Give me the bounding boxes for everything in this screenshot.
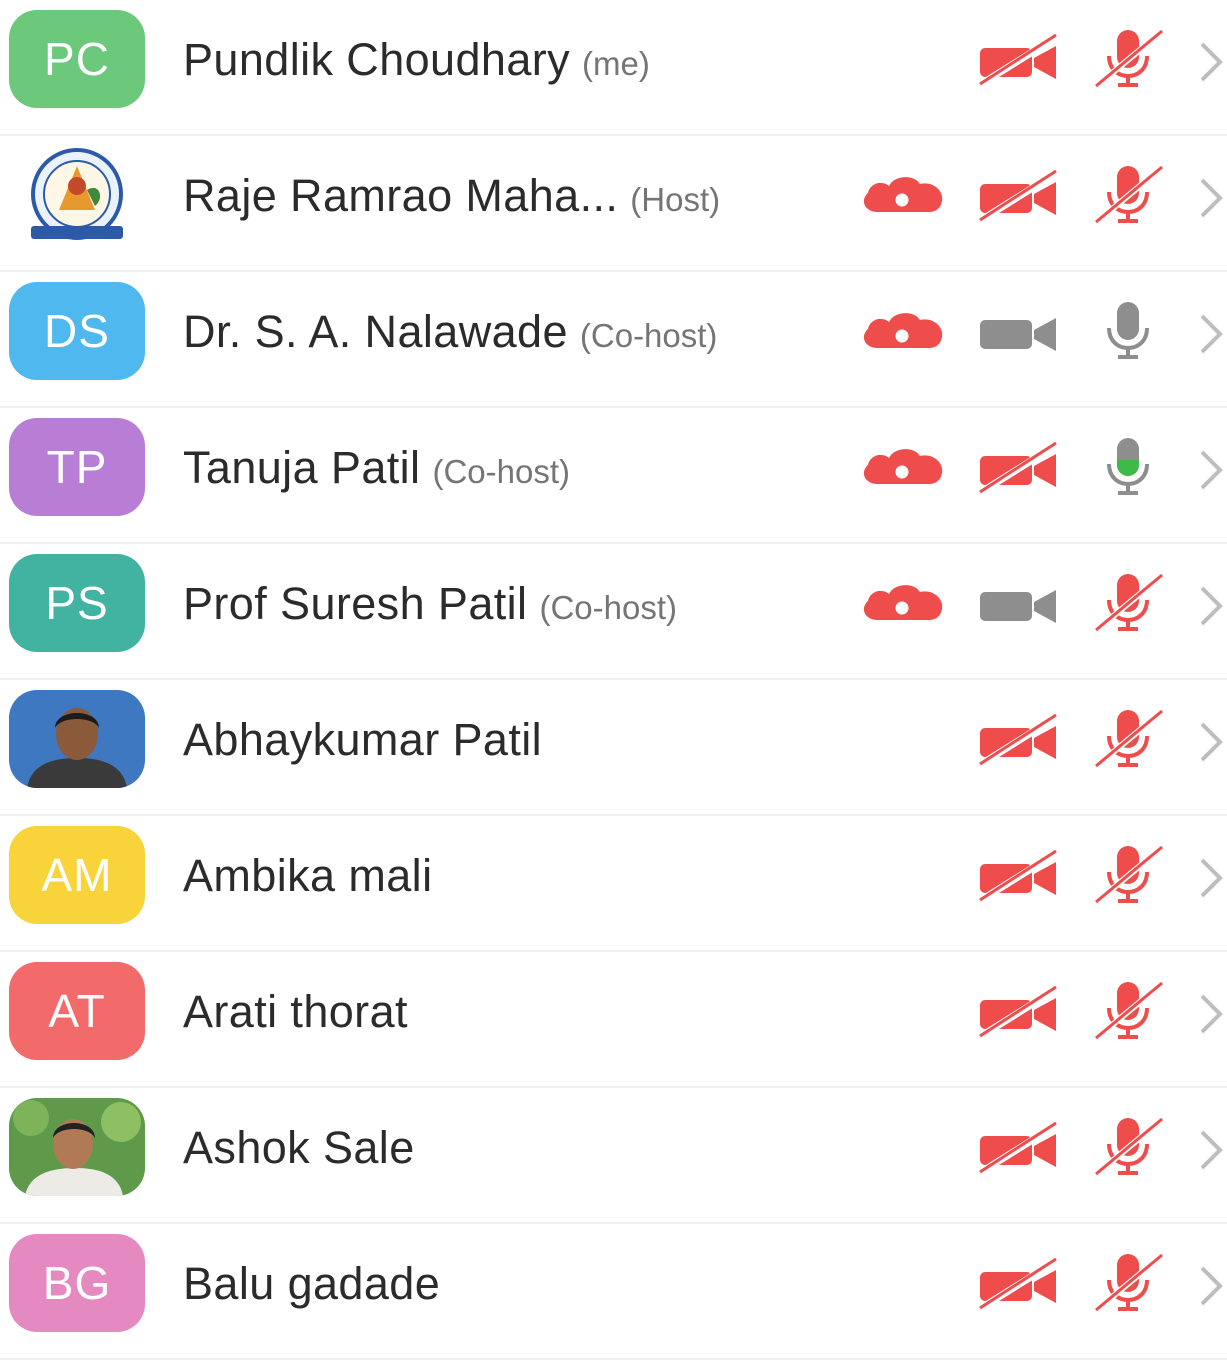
chevron-right-icon[interactable] [1196,176,1226,225]
video-camera-off-icon [976,1120,1060,1181]
microphone-icon [1088,298,1168,369]
video-camera-icon [976,576,1060,637]
avatar: TP [9,418,145,516]
participant-name-wrap: Abhaykumar Patil [183,712,542,768]
participant-row[interactable]: AM Ambika mali [0,816,1227,952]
participant-row[interactable]: Abhaykumar Patil [0,680,1227,816]
participant-name-wrap: Prof Suresh Patil (Co-host) [183,576,677,632]
participant-name: Arati thorat [183,986,408,1037]
avatar: BG [9,1234,145,1332]
participant-name-wrap: Pundlik Choudhary (me) [183,32,650,88]
cloud-recording-icon [858,446,946,491]
chevron-right-icon[interactable] [1196,992,1226,1041]
video-camera-off-icon [976,712,1060,773]
participant-row[interactable]: PS Prof Suresh Patil (Co-host) [0,544,1227,680]
video-camera-off-icon [976,1256,1060,1317]
microphone-icon [1088,434,1168,505]
participant-row[interactable]: Ashok Sale [0,1088,1227,1224]
chevron-right-icon[interactable] [1196,448,1226,497]
avatar: AT [9,962,145,1060]
avatar-image [9,146,145,244]
participant-role: (Co-host) [539,589,677,626]
participants-list: PC Pundlik Choudhary (me) Raje Ramrao Maha.… [0,0,1227,1360]
video-camera-icon [976,304,1060,365]
chevron-right-icon[interactable] [1196,312,1226,361]
chevron-right-icon[interactable] [1196,856,1226,905]
avatar: PC [9,10,145,108]
chevron-right-icon[interactable] [1196,1264,1226,1313]
participant-row[interactable]: AT Arati thorat [0,952,1227,1088]
cloud-recording-icon [858,582,946,627]
avatar: PS [9,554,145,652]
participant-name: Balu gadade [183,1258,441,1309]
cloud-recording-icon [858,310,946,355]
microphone-muted-icon [1088,842,1168,913]
participant-row[interactable]: Raje Ramrao Maha... (Host) [0,136,1227,272]
chevron-right-icon[interactable] [1196,1128,1226,1177]
participant-row[interactable]: BG Balu gadade [0,1224,1227,1360]
microphone-muted-icon [1088,162,1168,233]
participant-role: (Host) [630,181,721,218]
microphone-muted-icon [1088,26,1168,97]
microphone-muted-icon [1088,978,1168,1049]
video-camera-off-icon [976,440,1060,501]
participant-name-wrap: Arati thorat [183,984,408,1040]
participant-name: Raje Ramrao Maha... [183,170,619,221]
microphone-muted-icon [1088,1250,1168,1321]
participant-name: Tanuja Patil [183,442,421,493]
video-camera-off-icon [976,168,1060,229]
participant-name: Prof Suresh Patil [183,578,528,629]
chevron-right-icon[interactable] [1196,40,1226,89]
participant-name-wrap: Raje Ramrao Maha... (Host) [183,168,720,224]
chevron-right-icon[interactable] [1196,720,1226,769]
cloud-recording-icon [858,174,946,219]
avatar-image [9,1098,145,1196]
video-camera-off-icon [976,848,1060,909]
microphone-muted-icon [1088,706,1168,777]
microphone-muted-icon [1088,570,1168,641]
participant-row[interactable]: TP Tanuja Patil (Co-host) [0,408,1227,544]
participant-row[interactable]: DS Dr. S. A. Nalawade (Co-host) [0,272,1227,408]
chevron-right-icon[interactable] [1196,584,1226,633]
participant-name: Ashok Sale [183,1122,415,1173]
participant-name-wrap: Balu gadade [183,1256,440,1312]
microphone-muted-icon [1088,1114,1168,1185]
participant-role: (Co-host) [579,317,718,354]
participant-role: (Co-host) [432,453,570,490]
video-camera-off-icon [976,984,1060,1045]
participant-name-wrap: Dr. S. A. Nalawade (Co-host) [183,304,717,360]
participant-role: (me) [582,45,650,82]
participant-name: Abhaykumar Patil [183,714,543,765]
avatar-image [9,690,145,788]
participant-name-wrap: Ambika mali [183,848,432,904]
participant-name-wrap: Ashok Sale [183,1120,415,1176]
participant-name: Ambika mali [183,850,433,901]
participant-row[interactable]: PC Pundlik Choudhary (me) [0,0,1227,136]
participant-name: Pundlik Choudhary [183,34,571,85]
avatar: DS [9,282,145,380]
video-camera-off-icon [976,32,1060,93]
avatar: AM [9,826,145,924]
participant-name-wrap: Tanuja Patil (Co-host) [183,440,570,496]
participant-name: Dr. S. A. Nalawade [183,306,568,357]
